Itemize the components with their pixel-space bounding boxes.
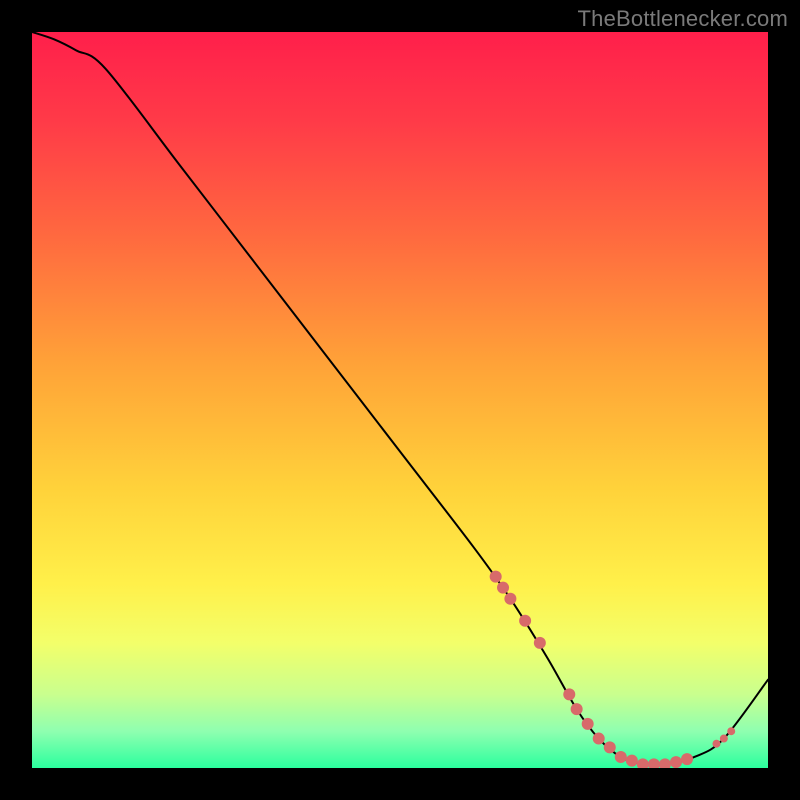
curve-marker <box>670 756 682 768</box>
curve-marker <box>720 735 728 743</box>
curve-marker <box>519 615 531 627</box>
curve-marker <box>534 637 546 649</box>
curve-marker <box>727 727 735 735</box>
curve-marker <box>593 733 605 745</box>
curve-marker <box>615 751 627 763</box>
curve-marker <box>563 688 575 700</box>
chart-stage: TheBottlenecker.com <box>0 0 800 800</box>
chart-svg <box>32 32 768 768</box>
curve-marker <box>571 703 583 715</box>
bottleneck-curve-chart <box>32 32 768 768</box>
curve-marker <box>626 755 638 767</box>
curve-marker <box>582 718 594 730</box>
curve-marker <box>490 571 502 583</box>
gradient-backdrop <box>32 32 768 768</box>
curve-marker <box>681 753 693 765</box>
curve-marker <box>604 741 616 753</box>
watermark-text: TheBottlenecker.com <box>578 6 788 32</box>
curve-marker <box>497 582 509 594</box>
curve-marker <box>504 593 516 605</box>
curve-marker <box>712 740 720 748</box>
